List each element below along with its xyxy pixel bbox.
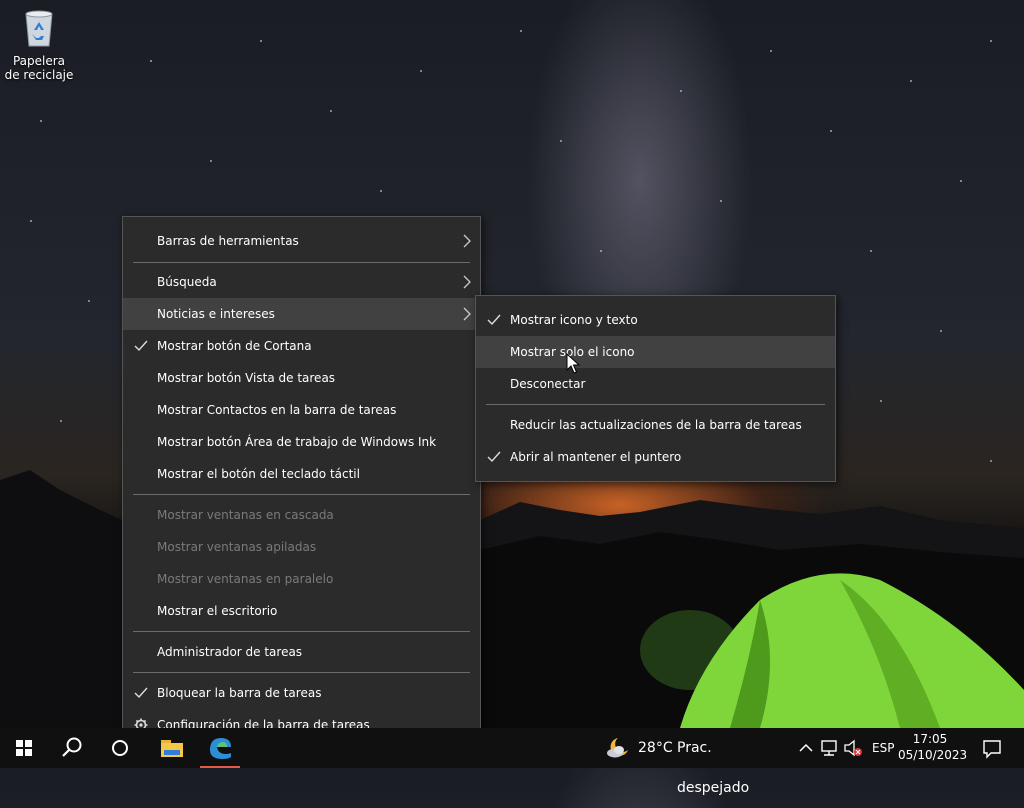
menu-item-news-and-interests[interactable]: Noticias e intereses (123, 298, 480, 330)
menu-item-show-contacts[interactable]: Mostrar Contactos en la barra de tareas (123, 394, 480, 426)
weather-temperature: 28°C (638, 740, 673, 756)
chevron-right-icon (463, 275, 471, 289)
checkmark-icon (134, 340, 148, 352)
taskbar[interactable]: 28°C Prac. despejado ESP 17:05 05/10/202… (0, 728, 1024, 796)
cortana-ring-icon (112, 740, 128, 756)
menu-separator (486, 404, 825, 405)
checkmark-icon (487, 314, 501, 326)
menu-item-task-manager[interactable]: Administrador de tareas (123, 636, 480, 668)
chevron-right-icon (463, 234, 471, 248)
menu-item-show-desktop[interactable]: Mostrar el escritorio (123, 595, 480, 627)
menu-item-show-windows-ink-button[interactable]: Mostrar botón Área de trabajo de Windows… (123, 426, 480, 458)
menu-item-show-task-view-button[interactable]: Mostrar botón Vista de tareas (123, 362, 480, 394)
menu-item-lock-taskbar[interactable]: Bloquear la barra de tareas (123, 677, 480, 709)
mouse-pointer-icon (566, 353, 580, 374)
submenu-item-reduce-taskbar-updates[interactable]: Reducir las actualizaciones de la barra … (476, 409, 835, 441)
menu-item-side-by-side-windows: Mostrar ventanas en paralelo (157, 572, 334, 586)
windows-logo-icon (16, 740, 32, 756)
start-button[interactable] (0, 728, 48, 768)
menu-item-cascade-windows: Mostrar ventanas en cascada (157, 508, 334, 522)
notification-icon (983, 740, 1001, 759)
network-button[interactable] (818, 728, 840, 768)
menu-item-toolbars[interactable]: Barras de herramientas (123, 225, 480, 257)
action-center-button[interactable] (976, 728, 1008, 768)
chevron-right-icon (463, 307, 471, 321)
menu-item-show-cortana-button[interactable]: Mostrar botón de Cortana (123, 330, 480, 362)
cortana-button[interactable] (96, 728, 144, 768)
menu-separator (133, 672, 470, 673)
recycle-bin-icon (17, 6, 61, 50)
taskbar-context-menu: Barras de herramientas Búsqueda Noticias… (122, 216, 481, 750)
checkmark-icon (487, 451, 501, 463)
folder-icon (161, 740, 183, 757)
submenu-item-show-icon-only[interactable]: Mostrar solo el icono (476, 336, 835, 368)
menu-item-search[interactable]: Búsqueda (123, 266, 480, 298)
clock[interactable]: 17:05 05/10/2023 (898, 728, 968, 763)
menu-separator (133, 262, 470, 263)
news-and-interests-submenu: Mostrar icono y texto Mostrar solo el ic… (475, 295, 836, 482)
network-wired-icon (821, 740, 837, 756)
menu-separator (133, 494, 470, 495)
recycle-bin-label: Papelera de reciclaje (4, 54, 74, 82)
speaker-muted-icon (844, 739, 862, 757)
search-icon (62, 737, 82, 757)
edge-browser-button[interactable] (200, 728, 240, 768)
edge-browser-icon (210, 738, 231, 759)
moon-cloud-icon (607, 738, 628, 758)
file-explorer-button[interactable] (148, 728, 196, 768)
clock-time: 17:05 (912, 732, 948, 746)
input-language[interactable]: ESP (872, 728, 894, 768)
search-button[interactable] (48, 728, 96, 768)
recycle-bin-shortcut[interactable]: Papelera de reciclaje (4, 6, 74, 82)
submenu-item-disconnect[interactable]: Desconectar (476, 368, 835, 400)
submenu-item-open-on-hover[interactable]: Abrir al mantener el puntero (476, 441, 835, 473)
show-hidden-icons-button[interactable] (796, 728, 816, 768)
chevron-up-icon (799, 743, 813, 752)
weather-widget[interactable]: 28°C Prac. despejado (600, 728, 780, 796)
clock-date: 05/10/2023 (898, 748, 968, 762)
menu-separator (133, 631, 470, 632)
volume-button[interactable] (842, 728, 864, 768)
checkmark-icon (134, 687, 148, 699)
menu-item-show-touch-keyboard-button[interactable]: Mostrar el botón del teclado táctil (123, 458, 480, 490)
submenu-item-show-icon-and-text[interactable]: Mostrar icono y texto (476, 304, 835, 336)
weather-condition: Prac. despejado (677, 740, 750, 796)
menu-item-stack-windows: Mostrar ventanas apiladas (157, 540, 317, 554)
